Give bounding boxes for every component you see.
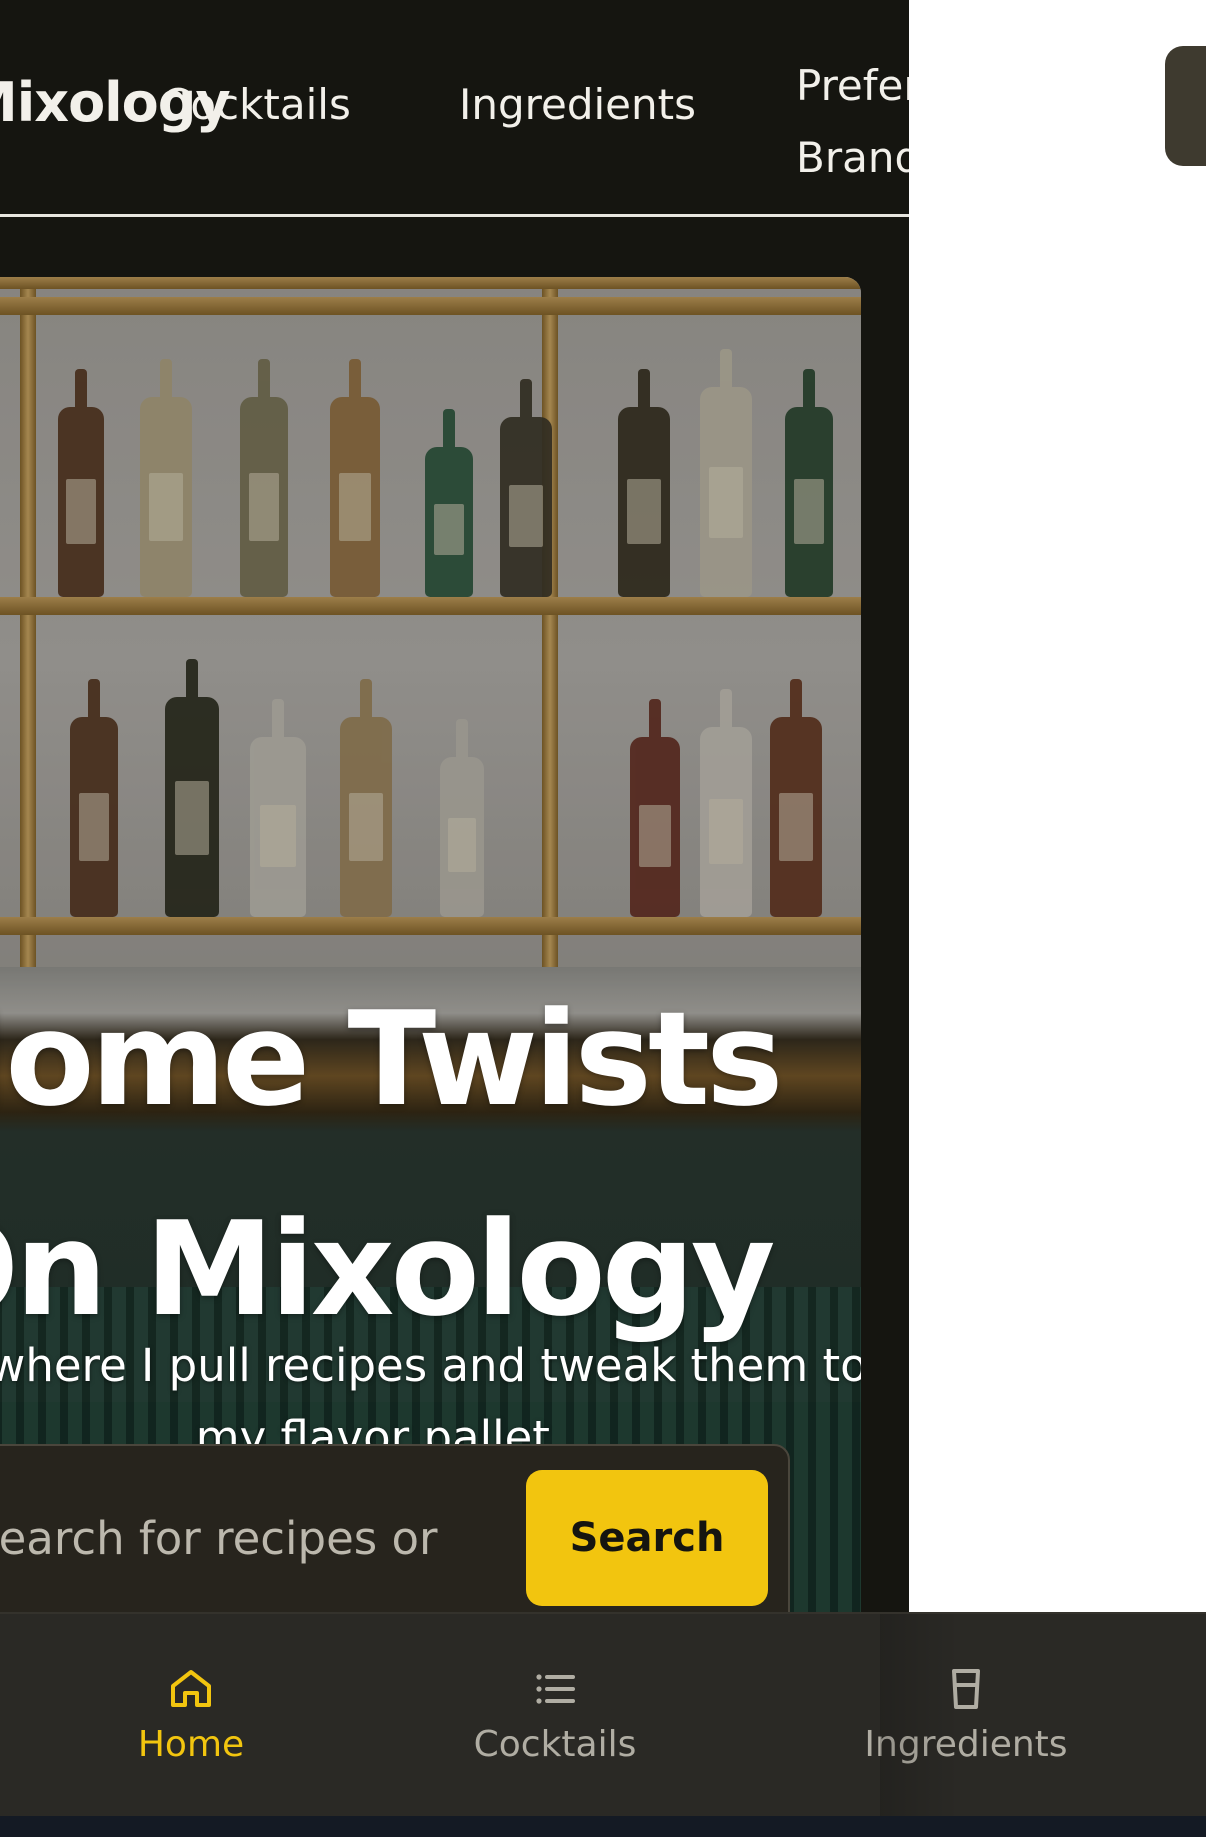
nav-link-ingredients[interactable]: Ingredients: [459, 84, 696, 126]
bottom-tab-bar: Home Cocktails Ingredients: [0, 1612, 1206, 1816]
search-bar: Search: [0, 1444, 790, 1612]
search-input[interactable]: [0, 1488, 448, 1588]
tab-cocktails[interactable]: Cocktails: [405, 1615, 705, 1817]
system-home-indicator-area: [0, 1816, 1206, 1837]
page-column: Mixology Cocktails Ingredients Preferred…: [0, 0, 909, 1612]
hero-section: Home Twists On Mixology This is where I …: [0, 277, 861, 1612]
list-icon: [536, 1674, 575, 1704]
nav-link-preferred-brands[interactable]: Preferred Brands: [796, 50, 909, 194]
tab-home-label: Home: [137, 1724, 245, 1765]
tab-home[interactable]: Home: [41, 1615, 341, 1817]
header-action-button[interactable]: [1165, 46, 1206, 166]
top-navigation: Mixology Cocktails Ingredients Preferred…: [0, 0, 909, 217]
tab-cocktails-label: Cocktails: [473, 1724, 637, 1765]
nav-link-cocktails[interactable]: Cocktails: [161, 84, 351, 126]
hero-title: Home Twists On Mixology: [0, 983, 783, 1346]
home-icon: [171, 1670, 211, 1707]
tab-ingredients[interactable]: Ingredients: [816, 1615, 1116, 1817]
cup-icon: [952, 1669, 980, 1709]
tab-ingredients-label: Ingredients: [864, 1724, 1068, 1765]
search-button[interactable]: Search: [526, 1470, 768, 1606]
